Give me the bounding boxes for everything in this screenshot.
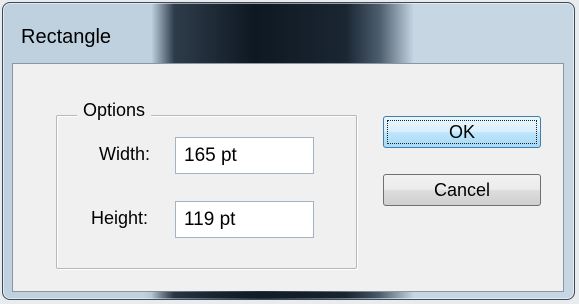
frame-bottom-glass: [143, 291, 383, 299]
ok-button[interactable]: OK: [383, 116, 541, 148]
cancel-button[interactable]: Cancel: [383, 174, 541, 206]
height-input[interactable]: [175, 201, 314, 238]
options-group-legend: Options: [77, 100, 152, 121]
rectangle-dialog: Rectangle Options Width: Height: OK Canc…: [2, 2, 575, 300]
width-label: Width:: [99, 144, 151, 164]
window-title: Rectangle: [21, 26, 112, 48]
height-label: Height:: [91, 208, 149, 228]
cancel-button-label: Cancel: [433, 179, 491, 200]
ok-button-label: OK: [448, 121, 475, 142]
dialog-client-area: Options Width: Height: OK Cancel: [12, 63, 564, 292]
title-bar[interactable]: Rectangle: [3, 3, 574, 63]
width-input[interactable]: [175, 137, 314, 174]
